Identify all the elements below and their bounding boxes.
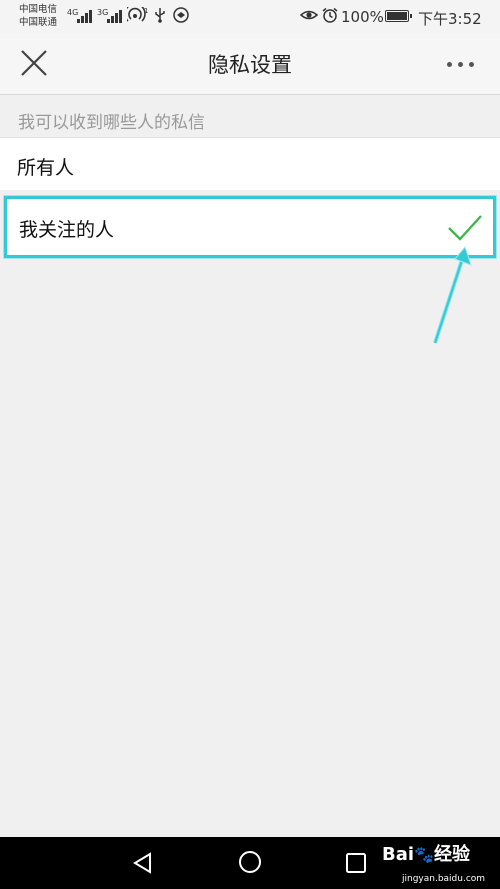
page-title: 隐私设置 bbox=[208, 53, 292, 77]
sim1-signal-icon bbox=[77, 9, 93, 23]
sim2-signal-icon bbox=[107, 9, 123, 23]
option-label: 我关注的人 bbox=[19, 219, 115, 241]
system-nav-bar: Bai🐾经验 jingyan.baidu.com bbox=[0, 837, 500, 889]
more-options-button[interactable] bbox=[440, 53, 480, 73]
eye-comfort-icon bbox=[299, 7, 319, 28]
paw-icon: 🐾 bbox=[414, 845, 434, 864]
svg-text:1: 1 bbox=[144, 7, 148, 15]
battery-icon bbox=[385, 10, 412, 22]
option-label: 所有人 bbox=[17, 157, 75, 179]
alarm-icon bbox=[321, 7, 339, 28]
baidu-jingyan-watermark: Bai🐾经验 jingyan.baidu.com bbox=[382, 844, 485, 885]
status-bar: 中国电信 中国联通 4G 3G 1 100% 下午3:52 bbox=[0, 0, 500, 33]
option-people-i-follow[interactable]: 我关注的人 bbox=[4, 196, 496, 258]
watermark-brand-suffix: 经验 bbox=[433, 844, 470, 865]
watermark-url: jingyan.baidu.com bbox=[402, 874, 486, 884]
back-icon[interactable] bbox=[131, 851, 155, 875]
section-label: 我可以收到哪些人的私信 bbox=[18, 113, 205, 133]
carrier-names: 中国电信 中国联通 bbox=[19, 3, 57, 29]
carrier-2: 中国联通 bbox=[19, 17, 58, 28]
carrier-1: 中国电信 bbox=[19, 4, 58, 15]
checkmark-icon bbox=[448, 215, 482, 241]
usb-icon bbox=[153, 7, 167, 28]
annotation-arrow-icon bbox=[433, 245, 472, 344]
hotspot-icon: 1 bbox=[124, 3, 149, 28]
app-notification-icon bbox=[173, 7, 189, 28]
title-bar: 隐私设置 bbox=[0, 33, 500, 95]
watermark-brand: Bai bbox=[382, 844, 415, 865]
clock: 下午3:52 bbox=[418, 10, 482, 28]
battery-percent: 100% bbox=[341, 8, 384, 26]
recent-apps-icon[interactable] bbox=[345, 852, 367, 874]
option-everyone[interactable]: 所有人 bbox=[0, 137, 500, 190]
home-icon[interactable] bbox=[238, 850, 262, 874]
